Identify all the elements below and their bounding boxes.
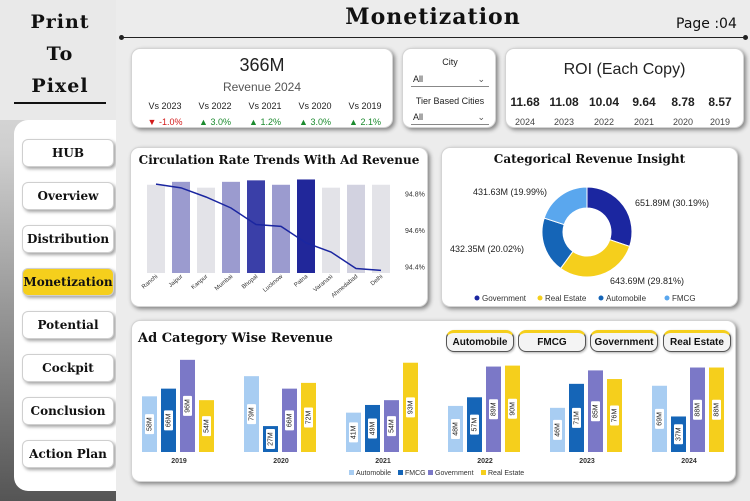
divider-dot-left — [119, 35, 124, 40]
kpi-compare-label: Vs 2019 — [348, 101, 382, 111]
up-arrow-icon: ▲ — [199, 117, 208, 127]
city-slicer-label: City — [442, 57, 458, 67]
logo-line3: Pixel — [31, 75, 89, 97]
ad-category-title: Ad Category Wise Revenue — [138, 331, 333, 346]
tier-dropdown[interactable]: All ⌄ — [411, 109, 489, 125]
kpi-compare-value: ▲ 3.0% — [299, 117, 331, 127]
title-divider — [121, 37, 746, 38]
roi-year: 2019 — [709, 117, 731, 127]
nav-panel — [14, 120, 130, 491]
roi-title: ROI (Each Copy) — [563, 61, 686, 78]
kpi-compare-value: ▲ 2.1% — [349, 117, 381, 127]
roi-year: 2021 — [633, 117, 655, 127]
filter-fmcg-button[interactable]: FMCG — [518, 330, 586, 352]
tier-slicer-label: Tier Based Cities — [415, 96, 485, 106]
slicer-card: City All ⌄ Tier Based Cities All ⌄ — [402, 48, 496, 128]
revenue-pie-card: Categorical Revenue Insight — [441, 147, 738, 307]
revenue-kpi-card: 366M Revenue 2024 Vs 2023 ▼ -1.0% Vs 202… — [131, 48, 393, 128]
nav-conclusion-button[interactable]: Conclusion — [22, 397, 114, 425]
roi-value: 8.78 — [671, 95, 695, 109]
kpi-compare-2023: Vs 2023 ▼ -1.0% — [142, 101, 188, 127]
circulation-chart-card: Circulation Rate Trends With Ad Revenue — [130, 147, 428, 307]
revenue-label: Revenue 2024 — [222, 80, 302, 94]
kpi-compare-label: Vs 2021 — [248, 101, 282, 111]
nav-potential-button[interactable]: Potential — [22, 311, 114, 339]
roi-value: 8.57 — [708, 95, 732, 109]
roi-item: 8.78 2020 — [667, 95, 699, 127]
nav-monetization-button[interactable]: Monetization — [22, 268, 114, 296]
kpi-compare-2019: Vs 2019 ▲ 2.1% — [342, 101, 388, 127]
city-dropdown[interactable]: All ⌄ — [411, 71, 489, 87]
kpi-compare-label: Vs 2023 — [148, 101, 182, 111]
filter-real-estate-button[interactable]: Real Estate — [663, 330, 731, 352]
roi-value: 11.08 — [549, 95, 579, 109]
roi-item: 9.64 2021 — [628, 95, 660, 127]
filter-automobile-button[interactable]: Automobile — [446, 330, 514, 352]
roi-year: 2023 — [553, 117, 575, 127]
roi-year: 2020 — [672, 117, 694, 127]
kpi-compare-2020: Vs 2020 ▲ 3.0% — [292, 101, 338, 127]
pie-chart-title: Categorical Revenue Insight — [493, 152, 686, 166]
nav-cockpit-button[interactable]: Cockpit — [22, 354, 114, 382]
logo-line1: Print — [30, 11, 90, 33]
up-arrow-icon: ▲ — [249, 117, 258, 127]
page-title: Monetization — [345, 4, 521, 30]
roi-value: 11.68 — [510, 95, 540, 109]
roi-item: 8.57 2019 — [704, 95, 736, 127]
roi-card: ROI (Each Copy) 11.68 2024 11.08 2023 10.0… — [505, 48, 744, 128]
kpi-compare-label: Vs 2022 — [198, 101, 232, 111]
kpi-compare-2022: Vs 2022 ▲ 3.0% — [192, 101, 238, 127]
kpi-compare-value: ▲ 1.2% — [249, 117, 281, 127]
logo-line2: To — [46, 43, 74, 65]
roi-item: 11.08 2023 — [548, 95, 580, 127]
filter-government-button[interactable]: Government — [590, 330, 658, 352]
nav-distribution-button[interactable]: Distribution — [22, 225, 114, 253]
up-arrow-icon: ▲ — [349, 117, 358, 127]
chevron-down-icon: ⌄ — [477, 74, 485, 84]
nav-overview-button[interactable]: Overview — [22, 182, 114, 210]
revenue-value: 366M — [239, 55, 285, 75]
chevron-down-icon: ⌄ — [477, 112, 485, 122]
page-number: Page :04 — [676, 16, 737, 32]
roi-year: 2022 — [593, 117, 615, 127]
roi-value: 9.64 — [632, 95, 656, 109]
roi-item: 11.68 2024 — [509, 95, 541, 127]
nav-hub-button[interactable]: HUB — [22, 139, 114, 167]
circulation-chart-title: Circulation Rate Trends With Ad Revenue — [138, 153, 420, 167]
nav-action-plan-button[interactable]: Action Plan — [22, 440, 114, 468]
logo: Print To Pixel — [12, 6, 108, 102]
kpi-compare-value: ▲ 3.0% — [199, 117, 231, 127]
roi-year: 2024 — [514, 117, 536, 127]
down-arrow-icon: ▼ — [147, 117, 157, 127]
kpi-compare-2021: Vs 2021 ▲ 1.2% — [242, 101, 288, 127]
kpi-compare-value: ▼ -1.0% — [147, 117, 183, 127]
logo-underline — [14, 102, 106, 104]
roi-value: 10.04 — [588, 95, 620, 109]
divider-dot-right — [743, 35, 748, 40]
up-arrow-icon: ▲ — [299, 117, 308, 127]
kpi-compare-label: Vs 2020 — [298, 101, 332, 111]
roi-item: 10.04 2022 — [588, 95, 620, 127]
